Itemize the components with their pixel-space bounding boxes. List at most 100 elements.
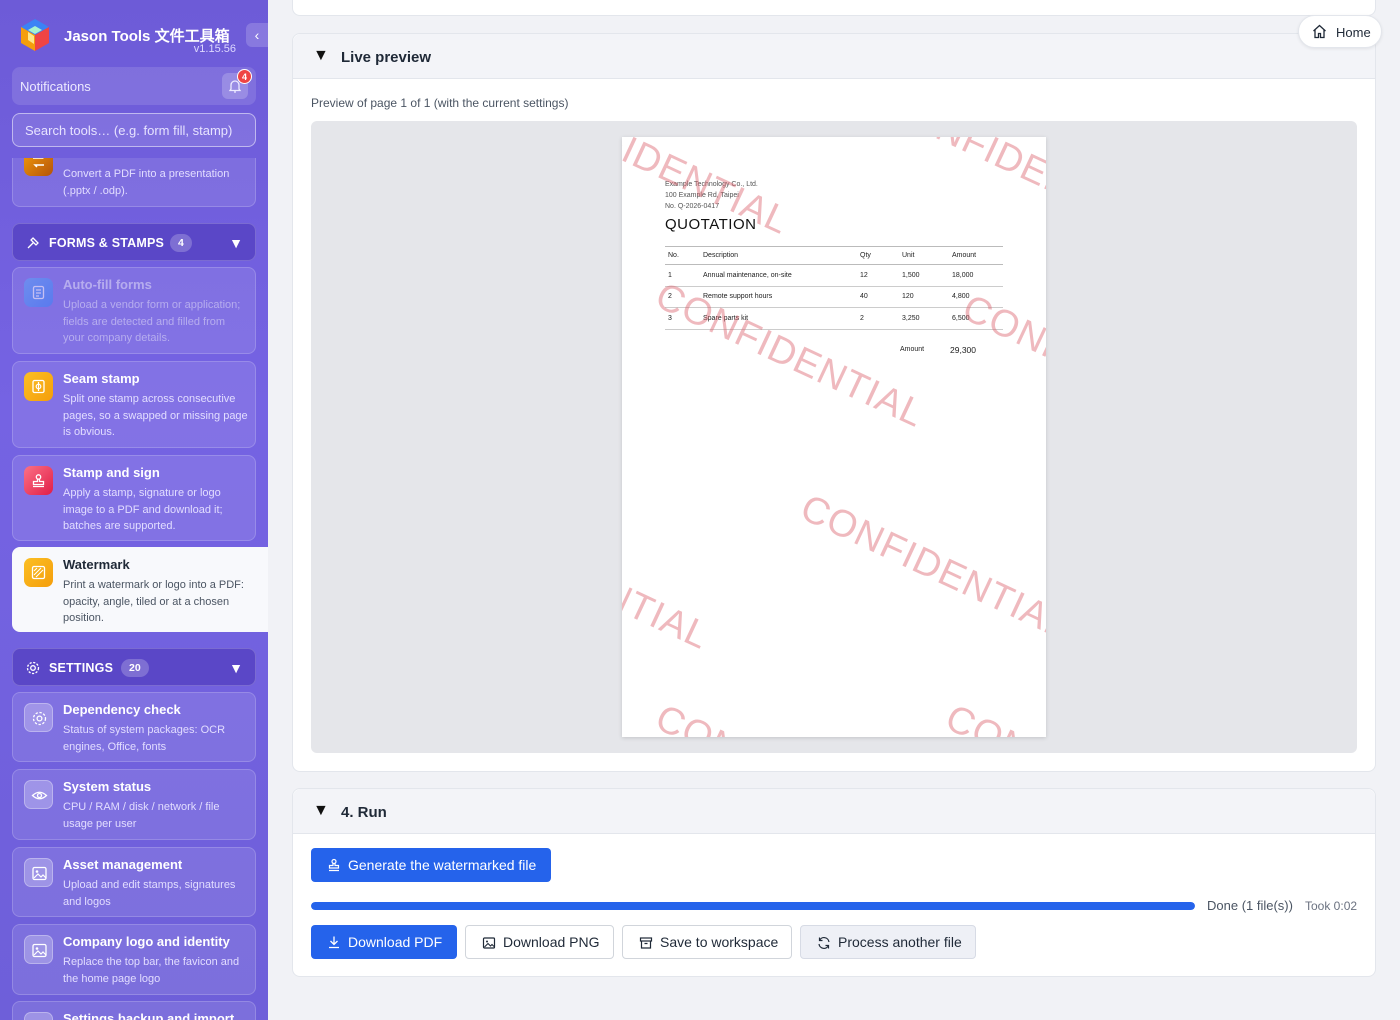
tool-card-description: Upload and edit stamps, signatures and l… xyxy=(63,879,236,908)
tool-card-description: Upload a vendor form or application; fie… xyxy=(63,299,241,344)
button-label: Save to workspace xyxy=(660,934,779,950)
table-cell: 3,250 xyxy=(899,307,949,330)
tool-card-title: Seam stamp xyxy=(63,371,140,386)
table-cell: Annual maintenance, on-site xyxy=(700,264,857,287)
tool-card-title: Auto-fill forms xyxy=(63,277,152,292)
tool-card-title: Company logo and identity xyxy=(63,934,230,949)
progress-fill xyxy=(311,902,1195,910)
button-label: Download PDF xyxy=(348,934,443,950)
tool-card-title: Watermark xyxy=(63,557,130,572)
run-header[interactable]: ▼ 4. Run xyxy=(293,789,1375,834)
pdf-page-preview: Example Technology Co., Ltd. 100 Example… xyxy=(622,137,1046,737)
notification-count-badge: 4 xyxy=(237,69,252,84)
tool-card-seam-stamp[interactable]: Seam stamp Split one stamp across consec… xyxy=(12,361,256,448)
table-header: Qty xyxy=(857,246,899,265)
tool-card-company-logo[interactable]: Company logo and identity Replace the to… xyxy=(12,924,256,995)
table-cell: 40 xyxy=(857,286,899,308)
process-another-button[interactable]: Process another file xyxy=(800,925,976,959)
run-panel: ▼ 4. Run Generate the watermarked file D… xyxy=(292,788,1376,977)
tool-card-system-status[interactable]: System status CPU / RAM / disk / network… xyxy=(12,769,256,840)
download-icon xyxy=(329,936,339,949)
collapse-arrow-icon[interactable]: ▼ xyxy=(313,802,329,820)
tool-card-description: Apply a stamp, signature or logo image t… xyxy=(63,487,223,532)
button-label: Download PNG xyxy=(503,934,600,950)
home-button[interactable]: Home xyxy=(1298,15,1382,48)
collapse-sidebar-button[interactable]: ‹ xyxy=(246,23,268,47)
table-header: Description xyxy=(700,246,857,265)
table-cell: 12 xyxy=(857,264,899,287)
progress-time: Took 0:02 xyxy=(1305,899,1358,913)
search-tools-input[interactable] xyxy=(12,113,256,147)
tool-card-settings-backup[interactable]: Settings backup and import xyxy=(12,1001,256,1020)
backup-icon xyxy=(24,1012,53,1020)
chevron-down-icon[interactable]: ▼ xyxy=(229,235,243,251)
watermark-text: CONFIDENTIAL xyxy=(939,697,1046,737)
section-label: FORMS & STAMPS xyxy=(49,236,165,250)
panel-title: Live preview xyxy=(341,49,432,66)
generate-button[interactable]: Generate the watermarked file xyxy=(311,848,551,882)
table-cell: 120 xyxy=(899,286,949,308)
seam-stamp-icon xyxy=(24,372,53,401)
download-png-button[interactable]: Download PNG xyxy=(465,925,614,959)
progress-bar xyxy=(311,902,1195,910)
tool-card-title: Stamp and sign xyxy=(63,465,160,480)
home-label: Home xyxy=(1336,25,1371,40)
image-icon xyxy=(24,935,53,964)
watermark-text: CONFIDENTIAL xyxy=(649,697,930,737)
notifications-bar[interactable]: Notifications 4 xyxy=(12,67,256,105)
preview-caption: Preview of page 1 of 1 (with the current… xyxy=(311,96,569,110)
archive-icon xyxy=(639,937,653,949)
preview-canvas: Example Technology Co., Ltd. 100 Example… xyxy=(311,121,1357,753)
stamp-icon xyxy=(24,466,53,495)
tool-card-description: Status of system packages: OCR engines, … xyxy=(63,724,226,753)
refresh-icon xyxy=(818,937,830,949)
watermark-icon xyxy=(24,558,53,587)
tool-card-description: CPU / RAM / disk / network / file usage … xyxy=(63,801,220,830)
doc-total-value: 29,300 xyxy=(950,345,976,355)
eye-icon xyxy=(24,780,53,809)
gear-icon xyxy=(26,661,40,675)
app-version: v1.15.56 xyxy=(193,43,236,55)
section-label: SETTINGS xyxy=(49,661,114,675)
live-preview-header[interactable]: ▼ Live preview xyxy=(293,34,1375,79)
section-count-badge: 4 xyxy=(170,234,192,252)
tool-card-dependency-check[interactable]: Dependency check Status of system packag… xyxy=(12,692,256,762)
tool-card-auto-fill-forms[interactable]: Auto-fill forms Upload a vendor form or … xyxy=(12,267,256,354)
table-row: 1 Annual maintenance, on-site 12 1,500 1… xyxy=(665,264,1003,287)
tool-card-title: Asset management xyxy=(63,857,183,872)
convert-icon xyxy=(24,158,53,176)
watermark-text: CONFIDENTIAL xyxy=(956,287,1046,448)
chevron-down-icon[interactable]: ▼ xyxy=(229,660,243,676)
stamp-icon xyxy=(328,858,340,872)
tool-card-asset-management[interactable]: Asset management Upload and edit stamps,… xyxy=(12,847,256,917)
table-header: Amount xyxy=(949,246,1003,265)
tool-list[interactable]: Convert a PDF into a presentation (.pptx… xyxy=(0,158,268,1020)
doc-total-label: Amount xyxy=(900,346,925,353)
live-preview-panel: ▼ Live preview Preview of page 1 of 1 (w… xyxy=(292,33,1376,772)
progress-status: Done (1 file(s)) xyxy=(1207,898,1293,913)
tool-card-watermark[interactable]: Watermark Print a watermark or logo into… xyxy=(12,547,268,632)
brand: Jason Tools 文件工具箱 v1.15.56 xyxy=(18,18,258,58)
button-label: Process another file xyxy=(838,934,962,950)
image-icon xyxy=(482,937,496,949)
previous-panel xyxy=(292,0,1376,16)
section-settings[interactable]: SETTINGS 20 ▼ xyxy=(12,648,256,686)
tool-card-description: Replace the top bar, the favicon and the… xyxy=(63,956,240,985)
tool-card-title: Dependency check xyxy=(63,702,181,717)
collapse-arrow-icon[interactable]: ▼ xyxy=(313,47,329,65)
notifications-label: Notifications xyxy=(20,79,91,94)
tool-card-stamp-and-sign[interactable]: Stamp and sign Apply a stamp, signature … xyxy=(12,455,256,541)
section-forms-stamps[interactable]: FORMS & STAMPS 4 ▼ xyxy=(12,223,256,261)
table-cell: 1,500 xyxy=(899,264,949,287)
app-logo-icon[interactable] xyxy=(18,18,52,52)
gear-icon xyxy=(24,703,53,732)
watermark-text: CONFIDENTIAL xyxy=(622,497,716,658)
table-header-row: No. Description Qty Unit Amount xyxy=(665,246,1003,265)
download-pdf-button[interactable]: Download PDF xyxy=(311,925,457,959)
home-icon xyxy=(1313,24,1326,39)
tool-card-pdf-to-presentation[interactable]: Convert a PDF into a presentation (.pptx… xyxy=(12,158,256,207)
section-count-badge: 20 xyxy=(121,659,149,677)
image-icon xyxy=(24,858,53,887)
tool-card-description: Split one stamp across consecutive pages… xyxy=(63,393,248,438)
save-to-workspace-button[interactable]: Save to workspace xyxy=(622,925,792,959)
